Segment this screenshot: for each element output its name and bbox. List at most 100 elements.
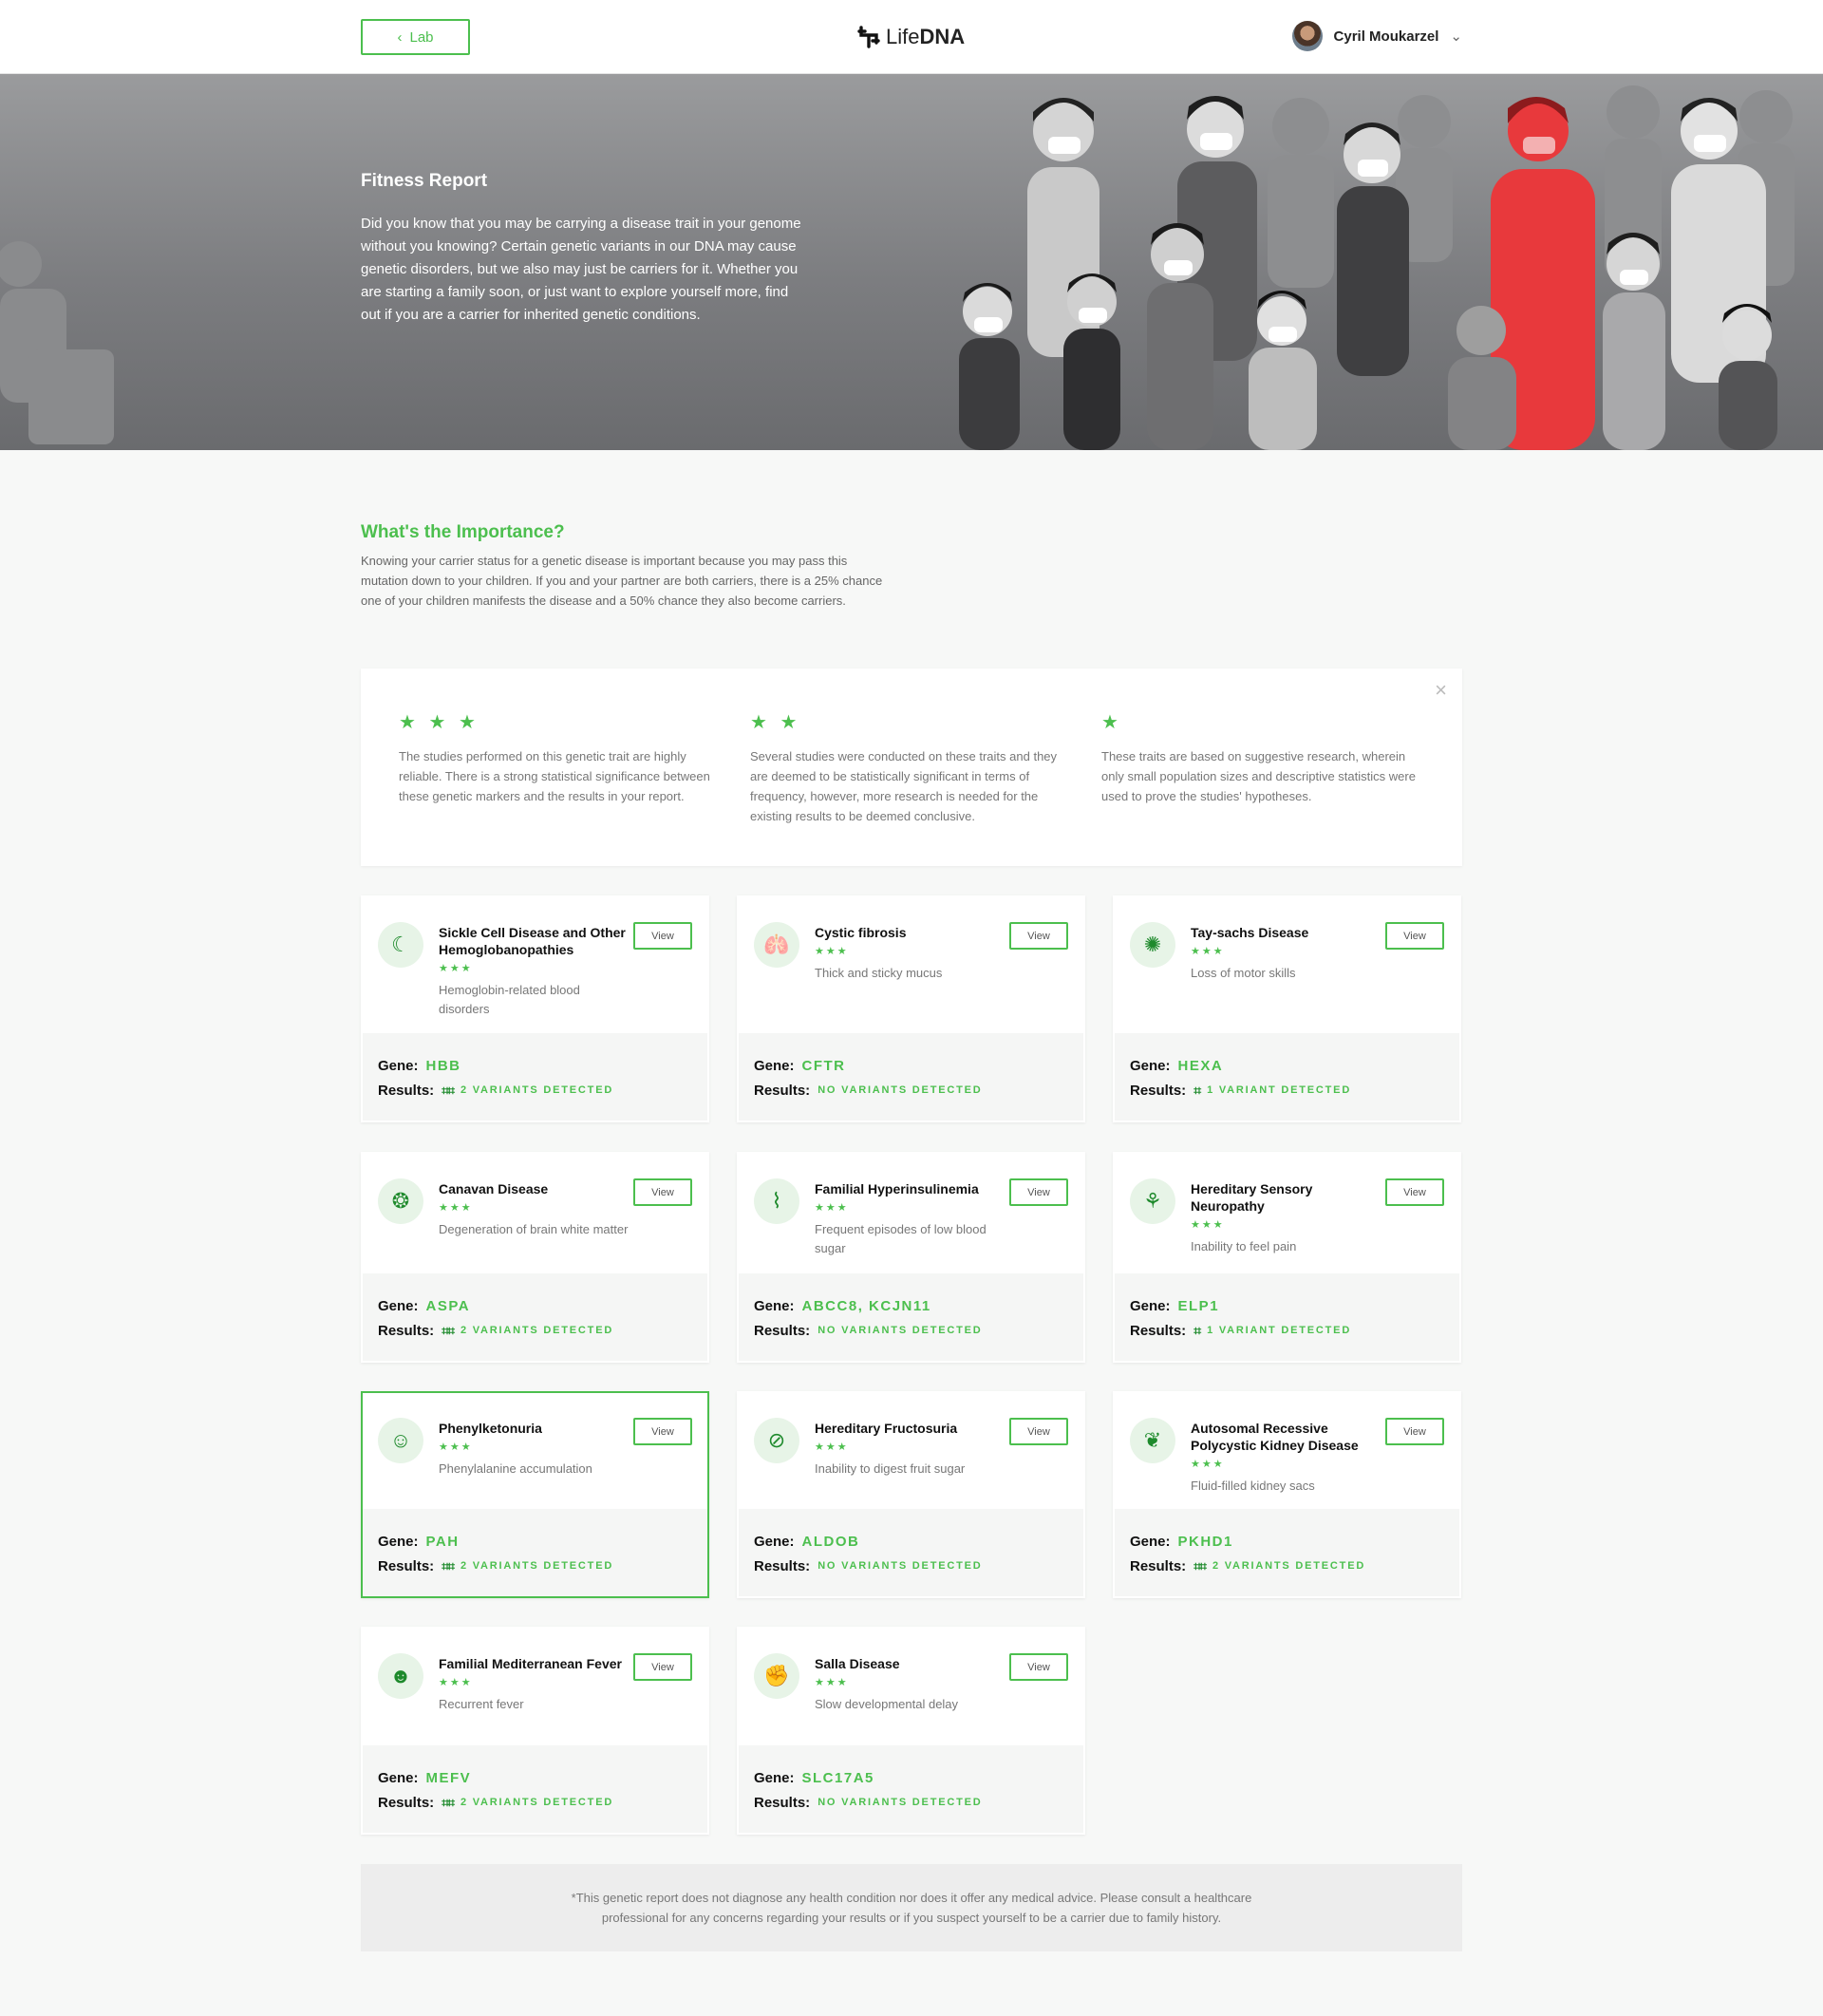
gene-row: Gene: ALDOB bbox=[754, 1529, 1068, 1554]
card-description: Slow developmental delay bbox=[815, 1697, 959, 1711]
card-description: Loss of motor skills bbox=[1191, 966, 1296, 980]
back-button-label: Lab bbox=[409, 28, 434, 46]
card-results: Gene: PKHD1 Results: ⌗⌗ 2 VARIANTS DETEC… bbox=[1115, 1509, 1459, 1596]
hero-banner: Fitness Report Did you know that you may… bbox=[0, 74, 1823, 450]
condition-card[interactable]: ☻ Familial Mediterranean Fever ★★★ Recur… bbox=[361, 1627, 709, 1835]
condition-card[interactable]: 🫁 Cystic fibrosis ★★★ Thick and sticky m… bbox=[737, 895, 1085, 1122]
view-button[interactable]: View bbox=[1009, 1418, 1068, 1445]
muscle-icon: ✊ bbox=[754, 1653, 799, 1699]
view-button[interactable]: View bbox=[633, 1178, 692, 1206]
condition-card[interactable]: ❂ Canavan Disease ★★★ Degeneration of br… bbox=[361, 1152, 709, 1363]
gene-value: ELP1 bbox=[1177, 1297, 1220, 1314]
brain-icon: ❂ bbox=[378, 1178, 423, 1224]
results-label: Results: bbox=[1130, 1082, 1187, 1099]
results-label: Results: bbox=[754, 1794, 811, 1811]
gene-row: Gene: SLC17A5 bbox=[754, 1765, 1068, 1790]
card-header: ❂ Canavan Disease ★★★ Degeneration of br… bbox=[363, 1154, 707, 1239]
card-results: Gene: CFTR Results: NO VARIANTS DETECTED bbox=[739, 1033, 1083, 1121]
legend-item-two-stars: ★ ★ Several studies were conducted on th… bbox=[750, 710, 1073, 826]
view-button[interactable]: View bbox=[633, 1653, 692, 1681]
card-header: ⌇ Familial Hyperinsulinemia ★★★ Frequent… bbox=[739, 1154, 1083, 1258]
variant-icon: ⌗⌗ bbox=[442, 1557, 455, 1573]
user-name: Cyril Moukarzel bbox=[1333, 28, 1439, 45]
avatar bbox=[1291, 21, 1323, 51]
gene-label: Gene: bbox=[378, 1769, 419, 1786]
results-label: Results: bbox=[754, 1082, 811, 1099]
logo[interactable]: LifeDNA bbox=[855, 22, 965, 52]
gene-row: Gene: PAH bbox=[378, 1529, 692, 1554]
card-title: Familial Mediterranean Fever bbox=[439, 1656, 622, 1671]
two-stars-icon: ★ ★ bbox=[750, 712, 801, 733]
kidneys-icon: ❦ bbox=[1130, 1418, 1175, 1463]
left-silhouette bbox=[0, 241, 114, 444]
variant-icon: ⌗⌗ bbox=[442, 1082, 455, 1098]
legend-text: Several studies were conducted on these … bbox=[750, 749, 1058, 823]
card-header: ☺ Phenylketonuria ★★★ Phenylalanine accu… bbox=[363, 1393, 707, 1479]
gene-label: Gene: bbox=[378, 1297, 419, 1314]
card-description: Inability to digest fruit sugar bbox=[815, 1461, 966, 1476]
gene-label: Gene: bbox=[1130, 1297, 1171, 1314]
no-fruit-icon: ⊘ bbox=[754, 1418, 799, 1463]
results-label: Results: bbox=[378, 1082, 435, 1099]
results-value: 2 VARIANTS DETECTED bbox=[1212, 1560, 1366, 1572]
card-results: Gene: ASPA Results: ⌗⌗ 2 VARIANTS DETECT… bbox=[363, 1273, 707, 1361]
condition-card[interactable]: ⌇ Familial Hyperinsulinemia ★★★ Frequent… bbox=[737, 1152, 1085, 1363]
results-value: 2 VARIANTS DETECTED bbox=[460, 1325, 614, 1336]
dna-logo-icon bbox=[857, 26, 880, 48]
results-row: Results: ⌗⌗ 2 VARIANTS DETECTED bbox=[378, 1078, 692, 1102]
rating-stars-icon: ★★★ bbox=[439, 963, 473, 974]
results-value: 2 VARIANTS DETECTED bbox=[460, 1560, 614, 1572]
condition-card[interactable]: ☾ Sickle Cell Disease and Other Hemoglob… bbox=[361, 895, 709, 1122]
nerve-icon: ⚘ bbox=[1130, 1178, 1175, 1224]
close-icon[interactable]: × bbox=[1435, 680, 1447, 701]
pancreas-icon: ⌇ bbox=[754, 1178, 799, 1224]
condition-card[interactable]: ⚘ Hereditary Sensory Neuropathy ★★★ Inab… bbox=[1113, 1152, 1461, 1363]
card-description: Fluid-filled kidney sacs bbox=[1191, 1479, 1315, 1493]
results-value: NO VARIANTS DETECTED bbox=[818, 1325, 983, 1336]
condition-card[interactable]: ☺ Phenylketonuria ★★★ Phenylalanine accu… bbox=[361, 1391, 709, 1598]
view-button[interactable]: View bbox=[1385, 1178, 1444, 1206]
view-button[interactable]: View bbox=[1385, 922, 1444, 950]
gene-value: SLC17A5 bbox=[801, 1769, 874, 1786]
view-button[interactable]: View bbox=[633, 922, 692, 950]
legend-item-three-stars: ★ ★ ★ The studies performed on this gene… bbox=[399, 710, 722, 806]
user-menu[interactable]: Cyril Moukarzel ⌄ bbox=[1291, 21, 1462, 51]
hero-description: Did you know that you may be carrying a … bbox=[361, 216, 801, 323]
view-button[interactable]: View bbox=[1009, 922, 1068, 950]
card-results: Gene: HEXA Results: ⌗ 1 VARIANT DETECTED bbox=[1115, 1033, 1459, 1121]
results-row: Results: ⌗⌗ 2 VARIANTS DETECTED bbox=[1130, 1554, 1444, 1578]
condition-card[interactable]: ⊘ Hereditary Fructosuria ★★★ Inability t… bbox=[737, 1391, 1085, 1598]
results-row: Results: ⌗⌗ 2 VARIANTS DETECTED bbox=[378, 1554, 692, 1578]
card-title: Hereditary Sensory Neuropathy bbox=[1191, 1181, 1313, 1214]
view-button[interactable]: View bbox=[1385, 1418, 1444, 1445]
results-row: Results: NO VARIANTS DETECTED bbox=[754, 1318, 1068, 1343]
card-description: Frequent episodes of low blood sugar bbox=[815, 1222, 987, 1255]
condition-card[interactable]: ✺ Tay-sachs Disease ★★★ Loss of motor sk… bbox=[1113, 895, 1461, 1122]
card-description: Inability to feel pain bbox=[1191, 1239, 1297, 1253]
legend-item-one-star: ★ These traits are based on suggestive r… bbox=[1101, 710, 1424, 806]
card-header: ❦ Autosomal Recessive Polycystic Kidney … bbox=[1115, 1393, 1459, 1496]
card-results: Gene: PAH Results: ⌗⌗ 2 VARIANTS DETECTE… bbox=[363, 1509, 707, 1596]
gene-row: Gene: ASPA bbox=[378, 1293, 692, 1318]
card-header: ☻ Familial Mediterranean Fever ★★★ Recur… bbox=[363, 1629, 707, 1714]
crowd-illustration bbox=[959, 85, 1795, 450]
back-to-lab-button[interactable]: ‹ Lab bbox=[361, 19, 470, 55]
view-button[interactable]: View bbox=[633, 1418, 692, 1445]
results-label: Results: bbox=[1130, 1557, 1187, 1574]
gene-row: Gene: HBB bbox=[378, 1053, 692, 1078]
results-label: Results: bbox=[378, 1794, 435, 1811]
condition-card[interactable]: ❦ Autosomal Recessive Polycystic Kidney … bbox=[1113, 1391, 1461, 1598]
gene-value: HBB bbox=[425, 1057, 461, 1074]
view-button[interactable]: View bbox=[1009, 1178, 1068, 1206]
condition-card[interactable]: ✊ Salla Disease ★★★ Slow developmental d… bbox=[737, 1627, 1085, 1835]
view-button[interactable]: View bbox=[1009, 1653, 1068, 1681]
results-label: Results: bbox=[378, 1322, 435, 1339]
gene-label: Gene: bbox=[754, 1533, 795, 1550]
legend-text: The studies performed on this genetic tr… bbox=[399, 749, 710, 803]
gene-row: Gene: PKHD1 bbox=[1130, 1529, 1444, 1554]
variant-icon: ⌗ bbox=[1193, 1082, 1201, 1098]
gene-value: PAH bbox=[425, 1533, 460, 1550]
results-row: Results: ⌗ 1 VARIANT DETECTED bbox=[1130, 1318, 1444, 1343]
results-label: Results: bbox=[1130, 1322, 1187, 1339]
gene-label: Gene: bbox=[754, 1769, 795, 1786]
